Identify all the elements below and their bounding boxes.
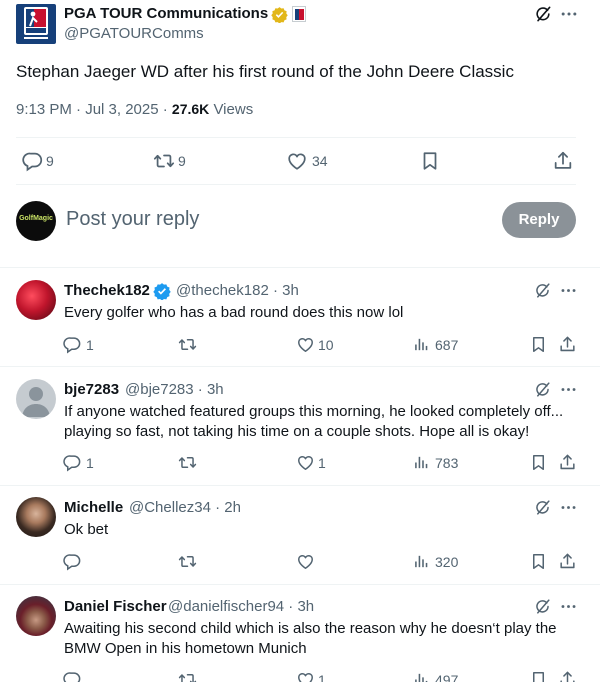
more-icon[interactable] — [559, 4, 579, 24]
views-icon[interactable] — [413, 454, 430, 471]
like-count: 1 — [318, 455, 326, 471]
bookmark-icon[interactable] — [529, 670, 548, 682]
grok-icon[interactable] — [533, 281, 552, 300]
more-icon[interactable] — [559, 597, 578, 616]
author-handle[interactable]: @PGATOURComms — [64, 25, 204, 42]
retweet-count: 9 — [178, 153, 186, 169]
default-user-icon — [22, 387, 50, 417]
bje7283-avatar[interactable] — [16, 379, 56, 419]
views-icon[interactable] — [413, 553, 430, 570]
share-icon[interactable] — [558, 453, 577, 472]
divider — [0, 584, 600, 585]
grok-icon[interactable] — [533, 4, 553, 24]
verified-icon — [153, 282, 171, 300]
avatar-text: GolfMagic — [19, 215, 53, 222]
share-icon[interactable] — [558, 670, 577, 682]
more-icon[interactable] — [559, 380, 578, 399]
retweet-icon[interactable] — [178, 335, 197, 354]
views-label: Views — [209, 101, 254, 118]
retweet-icon[interactable] — [178, 453, 197, 472]
reply-author-name[interactable]: bje7283 — [64, 381, 119, 398]
reply-author-name[interactable]: Michelle — [64, 499, 123, 516]
tweet-text: Stephan Jaeger WD after his first round … — [16, 62, 514, 81]
reply-text-line: BMW Open in his hometown Munich — [64, 640, 307, 657]
views-count: 27.6K — [171, 101, 210, 117]
reply-icon[interactable] — [63, 552, 82, 571]
daniel-fischer-avatar[interactable] — [16, 596, 56, 636]
grok-icon[interactable] — [533, 597, 552, 616]
like-icon[interactable] — [286, 150, 308, 172]
views-count: 783 — [435, 455, 459, 471]
like-icon[interactable] — [296, 670, 315, 682]
bookmark-icon[interactable] — [419, 150, 441, 172]
views-icon[interactable] — [413, 336, 430, 353]
divider — [16, 137, 576, 138]
bookmark-icon[interactable] — [529, 335, 548, 354]
golfmagic-avatar: GolfMagic — [16, 201, 56, 241]
like-icon[interactable] — [296, 335, 315, 354]
reply-icon[interactable] — [63, 335, 82, 354]
divider — [0, 267, 600, 268]
share-icon[interactable] — [558, 552, 577, 571]
retweet-icon[interactable] — [153, 150, 175, 172]
retweet-icon[interactable] — [178, 670, 197, 682]
reply-input[interactable]: Post your reply — [66, 208, 199, 231]
like-count: 34 — [312, 153, 328, 169]
reply-count: 9 — [46, 153, 54, 169]
reply-author-handle[interactable]: @danielfischer94 · 3h — [168, 598, 314, 615]
tweet-timestamp[interactable]: 9:13 PM · Jul 3, 2025 · — [16, 101, 172, 118]
views-count: 687 — [435, 337, 459, 353]
affiliate-badge-icon[interactable] — [292, 6, 306, 22]
divider — [0, 366, 600, 367]
bookmark-icon[interactable] — [529, 453, 548, 472]
reply-author-handle[interactable]: @thechek182 · 3h — [176, 282, 299, 299]
views-count: 497 — [435, 672, 459, 682]
reply-icon[interactable] — [63, 670, 82, 682]
reply-author-handle[interactable]: @Chellez34 · 2h — [129, 499, 241, 516]
reply-text-line: playing so fast, not taking his time on … — [64, 423, 530, 440]
like-count: 10 — [318, 337, 334, 353]
share-icon[interactable] — [552, 150, 574, 172]
michelle-avatar[interactable] — [16, 497, 56, 537]
tweet-meta: 9:13 PM · Jul 3, 2025 · 27.6K Views — [16, 101, 253, 118]
reply-text-line: If anyone watched featured groups this m… — [64, 403, 564, 420]
divider — [0, 485, 600, 486]
reply-count: 1 — [86, 337, 94, 353]
reply-author-name[interactable]: Thechek182 — [64, 282, 150, 299]
bookmark-icon[interactable] — [529, 552, 548, 571]
reply-author-handle[interactable]: @bje7283 · 3h — [125, 381, 224, 398]
reply-text: Ok bet — [64, 521, 109, 538]
like-count: 1 — [318, 672, 326, 682]
reply-icon[interactable] — [22, 150, 44, 172]
views-count: 320 — [435, 554, 459, 570]
more-icon[interactable] — [559, 498, 578, 517]
like-icon[interactable] — [296, 453, 315, 472]
verified-gold-icon — [271, 6, 288, 23]
reply-author-name[interactable]: Daniel Fischer — [64, 598, 167, 615]
reply-text: Every golfer who has a bad round does th… — [64, 304, 404, 321]
share-icon[interactable] — [558, 335, 577, 354]
reply-count: 1 — [86, 455, 94, 471]
thechek182-avatar[interactable] — [16, 280, 56, 320]
pga-tour-logo-icon — [24, 7, 48, 39]
reply-text-line: Awaiting his second child which is also … — [64, 620, 557, 637]
grok-icon[interactable] — [533, 498, 552, 517]
reply-button[interactable]: Reply — [502, 202, 576, 238]
pga-tour-avatar[interactable] — [16, 4, 56, 44]
like-icon[interactable] — [296, 552, 315, 571]
retweet-icon[interactable] — [178, 552, 197, 571]
divider — [16, 184, 576, 185]
grok-icon[interactable] — [533, 380, 552, 399]
views-icon[interactable] — [413, 671, 430, 682]
more-icon[interactable] — [559, 281, 578, 300]
reply-icon[interactable] — [63, 453, 82, 472]
author-name[interactable]: PGA TOUR Communications — [64, 5, 268, 22]
